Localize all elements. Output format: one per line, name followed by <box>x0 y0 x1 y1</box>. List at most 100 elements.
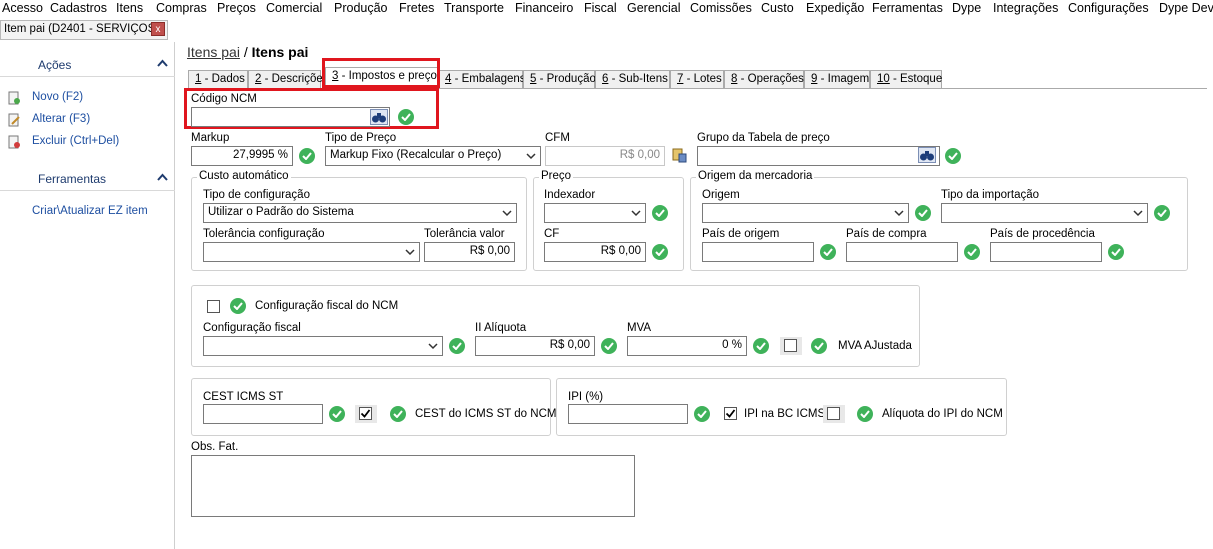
ncm-input[interactable] <box>191 107 390 127</box>
tab-label: - Estoque <box>889 73 943 85</box>
config-fiscal-ncm-label: Configuração fiscal do NCM <box>255 300 399 312</box>
menu-item[interactable]: Ferramentas <box>872 1 943 15</box>
tab-producao[interactable]: 5 - Produção <box>523 70 596 89</box>
check-icon <box>652 205 668 221</box>
tol-valor-input[interactable]: R$ 0,00 <box>424 242 515 262</box>
menu-item[interactable]: Dype <box>952 1 981 15</box>
aliquota-ipi-ncm-label: Alíquota do IPI do NCM <box>882 408 1003 420</box>
tab-sub-itens[interactable]: 6 - Sub-Itens <box>595 70 670 89</box>
mva-ajustada-checkbox[interactable] <box>784 339 797 352</box>
ipi-label: IPI (%) <box>568 391 604 403</box>
check-icon <box>857 406 873 422</box>
menu-item[interactable]: Itens <box>116 1 143 15</box>
chevron-up-icon[interactable] <box>157 172 168 184</box>
actions-header[interactable]: Ações <box>0 55 175 77</box>
menu-item[interactable]: Preços <box>217 1 256 15</box>
menu-item[interactable]: Custo <box>761 1 794 15</box>
menu-item[interactable]: Cadastros <box>50 1 107 15</box>
tipo-config-label: Tipo de configuração <box>203 189 310 201</box>
mva-input[interactable]: 0 % <box>627 336 747 356</box>
cfm-input: R$ 0,00 <box>545 146 665 166</box>
cest-input[interactable] <box>203 404 323 424</box>
tipo-config-value: Utilizar o Padrão do Sistema <box>208 206 354 218</box>
markup-input[interactable]: 27,9995 % <box>191 146 293 166</box>
config-fiscal-ncm-checkbox[interactable] <box>207 300 220 313</box>
cfm-label: CFM <box>545 132 570 144</box>
tipo-config-select[interactable]: Utilizar o Padrão do Sistema <box>203 203 517 223</box>
close-icon[interactable]: x <box>151 22 165 36</box>
menu-item[interactable]: Gerencial <box>627 1 681 15</box>
menu-item[interactable]: Dype Dev <box>1159 1 1213 15</box>
tipo-importacao-select[interactable] <box>941 203 1148 223</box>
calculator-icon[interactable] <box>671 147 687 163</box>
pais-origem-input[interactable] <box>702 242 814 262</box>
config-fiscal-select[interactable] <box>203 336 443 356</box>
pais-compra-input[interactable] <box>846 242 958 262</box>
document-tab[interactable]: Item pai (D2401 - SERVIÇOS) <box>0 20 168 40</box>
origem-select[interactable] <box>702 203 909 223</box>
tab-label: - Produção <box>536 73 596 85</box>
tab-lotes[interactable]: 7 - Lotes <box>670 70 724 89</box>
ipi-input[interactable] <box>568 404 688 424</box>
check-icon <box>811 338 827 354</box>
obs-textarea[interactable] <box>191 455 635 517</box>
grupo-tabela-input[interactable] <box>697 146 940 166</box>
tab-dados[interactable]: 1 - Dados <box>188 70 248 89</box>
tab-label: - Sub-Itens <box>608 73 668 85</box>
mva-label: MVA <box>627 322 652 334</box>
create-ez-item-action[interactable]: Criar\Atualizar EZ item <box>32 205 148 217</box>
delete-action[interactable]: Excluir (Ctrl+Del) <box>32 135 119 147</box>
tab-embalagens[interactable]: 4 - Embalagens <box>438 70 526 89</box>
tol-config-select[interactable] <box>203 242 420 262</box>
pais-origem-label: País de origem <box>702 228 780 240</box>
cest-ncm-checkbox[interactable] <box>359 407 372 420</box>
mva-ajustada-label: MVA AJustada <box>838 340 912 352</box>
binoculars-icon[interactable] <box>370 109 388 125</box>
chevron-up-icon[interactable] <box>157 58 168 70</box>
pais-compra-label: País de compra <box>846 228 927 240</box>
ii-aliquota-label: II Alíquota <box>475 322 527 334</box>
cest-ncm-label: CEST do ICMS ST do NCM <box>415 408 557 420</box>
menu-item[interactable]: Compras <box>156 1 207 15</box>
menu-item[interactable]: Comissões <box>690 1 752 15</box>
ipi-bc-checkbox[interactable] <box>724 407 737 420</box>
menu-item[interactable]: Fiscal <box>584 1 617 15</box>
menu-item[interactable]: Financeiro <box>515 1 573 15</box>
menu-item[interactable]: Produção <box>334 1 388 15</box>
pais-procedencia-input[interactable] <box>990 242 1102 262</box>
edit-action[interactable]: Alterar (F3) <box>32 113 90 125</box>
tipo-importacao-label: Tipo da importação <box>941 189 1040 201</box>
breadcrumb-parent[interactable]: Itens pai <box>187 44 240 60</box>
menu-item[interactable]: Integrações <box>993 1 1058 15</box>
tab-operacoes[interactable]: 8 - Operações <box>724 70 804 89</box>
aliquota-ipi-ncm-checkbox[interactable] <box>827 407 840 420</box>
menu-item[interactable]: Expedição <box>806 1 864 15</box>
checkmark-icon <box>725 409 736 418</box>
indexador-select[interactable] <box>544 203 646 223</box>
check-icon <box>230 298 246 314</box>
origem-mercadoria-title: Origem da mercadoria <box>696 170 815 182</box>
cf-input[interactable]: R$ 0,00 <box>544 242 646 262</box>
check-icon <box>753 338 769 354</box>
chevron-down-icon <box>1133 210 1143 217</box>
menu-item[interactable]: Transporte <box>444 1 504 15</box>
binoculars-icon[interactable] <box>918 147 936 163</box>
tab-imagem[interactable]: 9 - Imagem <box>804 70 870 89</box>
ii-aliquota-input[interactable]: R$ 0,00 <box>475 336 595 356</box>
custo-automatico-title: Custo automático <box>197 170 291 182</box>
tools-header[interactable]: Ferramentas <box>0 169 175 191</box>
menu-item[interactable]: Configurações <box>1068 1 1149 15</box>
tipo-preco-select[interactable]: Markup Fixo (Recalcular o Preço) <box>325 146 541 166</box>
check-icon <box>694 406 710 422</box>
new-icon <box>8 91 20 105</box>
menu-item[interactable]: Acesso <box>2 1 43 15</box>
new-action[interactable]: Novo (F2) <box>32 91 83 103</box>
menu-item[interactable]: Fretes <box>399 1 434 15</box>
tab-estoque[interactable]: 10 - Estoque <box>870 70 942 89</box>
origem-label: Origem <box>702 189 740 201</box>
menu-item[interactable]: Comercial <box>266 1 322 15</box>
tab-descricoes[interactable]: 2 - Descrições <box>248 70 329 89</box>
document-tab-title: Item pai (D2401 - SERVIÇOS) <box>4 23 160 35</box>
chevron-down-icon <box>526 153 536 160</box>
tab-number: 10 <box>877 73 890 85</box>
